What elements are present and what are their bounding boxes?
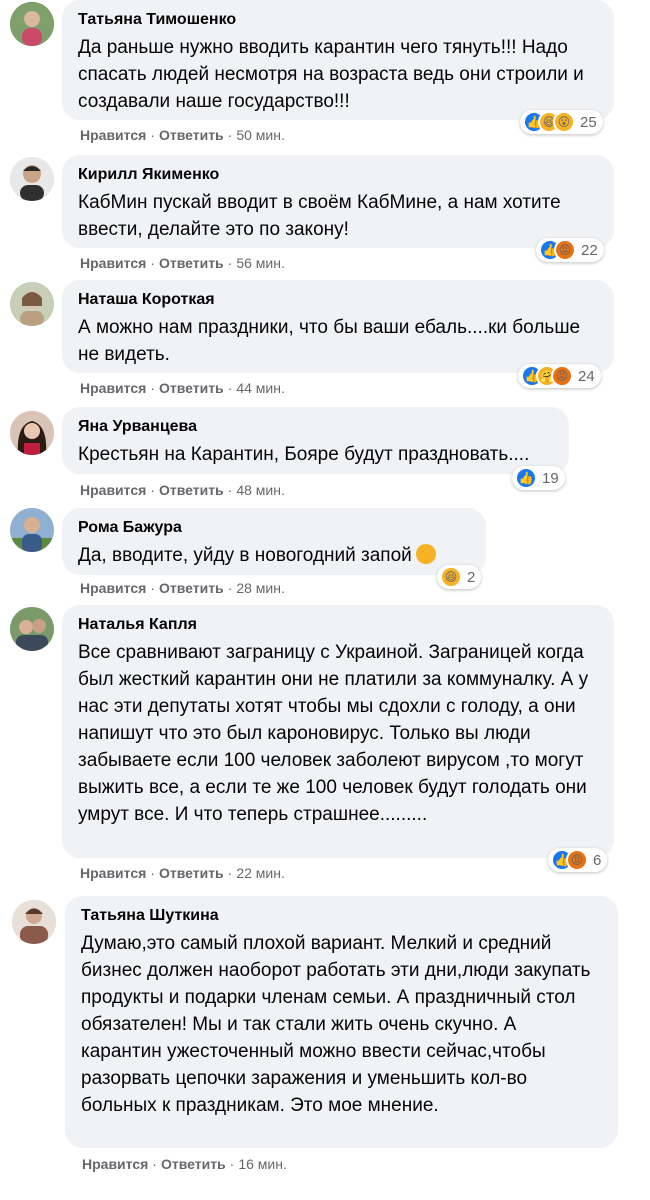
laughing-face-icon: 😆	[440, 566, 462, 588]
avatar[interactable]	[10, 607, 54, 651]
like-link[interactable]: Нравится	[80, 380, 146, 396]
comment-actions: Нравится · Ответить · 28 мин.	[80, 579, 285, 597]
comment-actions: Нравится · Ответить · 56 мин.	[80, 254, 285, 272]
reaction-summary[interactable]: 😆 2	[437, 565, 482, 589]
separator-dot: ·	[227, 580, 233, 596]
separator-dot: ·	[229, 1156, 235, 1172]
reply-link[interactable]: Ответить	[159, 380, 224, 396]
grinning-face-icon	[415, 544, 436, 564]
comment-text: Да, вводите, уйду в новогодний запой	[78, 542, 470, 569]
comment-bubble: Яна Урванцева Крестьян на Карантин, Бояр…	[62, 407, 569, 474]
avatar[interactable]	[10, 282, 54, 326]
separator-dot: ·	[227, 482, 233, 498]
surprised-face-icon: 😮	[553, 111, 575, 133]
reaction-summary[interactable]: 👍 😡 22	[536, 238, 604, 262]
comment-actions: Нравится · Ответить · 22 мин.	[80, 864, 285, 882]
comment-actions: Нравится · Ответить · 48 мин.	[80, 481, 285, 499]
comment-time[interactable]: 48 мин.	[236, 482, 285, 498]
reply-link[interactable]: Ответить	[161, 1156, 226, 1172]
like-link[interactable]: Нравится	[80, 865, 146, 881]
comment-time[interactable]: 50 мин.	[236, 127, 285, 143]
thumbs-up-icon: 👍	[515, 467, 537, 489]
comment-time[interactable]: 22 мин.	[236, 865, 285, 881]
like-link[interactable]: Нравится	[80, 255, 146, 271]
comment-author[interactable]: Рома Бажура	[78, 518, 470, 538]
reaction-count: 22	[581, 241, 598, 259]
angry-face-icon: 😡	[554, 239, 576, 261]
comment-actions: Нравится · Ответить · 50 мин.	[80, 126, 285, 144]
reaction-summary[interactable]: 👍 😆 😮 25	[520, 110, 603, 134]
comment-bubble: Рома Бажура Да, вводите, уйду в новогодн…	[62, 508, 486, 575]
separator-dot: ·	[150, 127, 155, 143]
reaction-summary[interactable]: 👍 🤗 😡 24	[518, 364, 601, 388]
separator-dot: ·	[150, 482, 155, 498]
comment-bubble: Наташа Короткая А можно нам праздники, ч…	[62, 280, 614, 373]
reaction-summary[interactable]: 👍 😡 6	[548, 848, 608, 872]
comment-text: КабМин пускай вводит в своём КабМине, а …	[78, 192, 561, 240]
comment-author[interactable]: Татьяна Шуткина	[81, 906, 602, 926]
comment-actions: Нравится · Ответить · 16 мин.	[82, 1155, 287, 1173]
reply-link[interactable]: Ответить	[159, 255, 224, 271]
like-link[interactable]: Нравится	[80, 482, 146, 498]
separator-dot: ·	[150, 380, 155, 396]
comment-author[interactable]: Кирилл Якименко	[78, 165, 598, 185]
reaction-count: 24	[578, 367, 595, 385]
separator-dot: ·	[227, 127, 233, 143]
comment-author[interactable]: Татьяна Тимошенко	[78, 10, 598, 30]
separator-dot: ·	[227, 380, 233, 396]
comment-text: Да раньше нужно вводить карантин чего тя…	[78, 37, 584, 112]
comment-actions: Нравится · Ответить · 44 мин.	[80, 379, 285, 397]
avatar[interactable]	[12, 900, 56, 944]
comment-time[interactable]: 16 мин.	[238, 1156, 287, 1172]
reaction-summary[interactable]: 👍 19	[512, 466, 565, 490]
angry-face-icon: 😡	[566, 849, 588, 871]
avatar[interactable]	[10, 411, 54, 455]
comment-bubble: Татьяна Тимошенко Да раньше нужно вводит…	[62, 0, 614, 120]
comment-time[interactable]: 56 мин.	[236, 255, 285, 271]
like-link[interactable]: Нравится	[82, 1156, 148, 1172]
comment-time[interactable]: 28 мин.	[236, 580, 285, 596]
reply-link[interactable]: Ответить	[159, 580, 224, 596]
comment-text: Все сравнивают заграницу с Украиной. Заг…	[78, 642, 589, 825]
separator-dot: ·	[227, 255, 233, 271]
reply-link[interactable]: Ответить	[159, 865, 224, 881]
angry-face-icon: 😡	[551, 365, 573, 387]
comment-bubble: Татьяна Шуткина Думаю,это самый плохой в…	[65, 896, 618, 1148]
comment-author[interactable]: Наташа Короткая	[78, 290, 598, 310]
comment-author[interactable]: Яна Урванцева	[78, 417, 553, 437]
avatar[interactable]	[10, 508, 54, 552]
separator-dot: ·	[227, 865, 233, 881]
avatar[interactable]	[10, 2, 54, 46]
comment-text: А можно нам праздники, что бы ваши ебаль…	[78, 317, 581, 365]
comment-time[interactable]: 44 мин.	[236, 380, 285, 396]
reaction-count: 2	[467, 568, 476, 586]
reply-link[interactable]: Ответить	[159, 482, 224, 498]
comment-bubble: Кирилл Якименко КабМин пускай вводит в с…	[62, 155, 614, 248]
like-link[interactable]: Нравится	[80, 580, 146, 596]
comment-bubble: Наталья Капля Все сравнивают заграницу с…	[62, 605, 614, 858]
separator-dot: ·	[150, 580, 155, 596]
reaction-count: 19	[542, 469, 559, 487]
reply-link[interactable]: Ответить	[159, 127, 224, 143]
comment-text-content: Да, вводите, уйду в новогодний запой	[78, 545, 412, 566]
comment-text: Крестьян на Карантин, Бояре будут праздн…	[78, 444, 530, 465]
separator-dot: ·	[152, 1156, 157, 1172]
separator-dot: ·	[150, 865, 155, 881]
separator-dot: ·	[150, 255, 155, 271]
reaction-count: 25	[580, 113, 597, 131]
comment-text: Думаю,это самый плохой вариант. Мелкий и…	[81, 933, 591, 1116]
avatar[interactable]	[10, 157, 54, 201]
comment-author[interactable]: Наталья Капля	[78, 615, 598, 635]
like-link[interactable]: Нравится	[80, 127, 146, 143]
reaction-count: 6	[593, 851, 602, 869]
